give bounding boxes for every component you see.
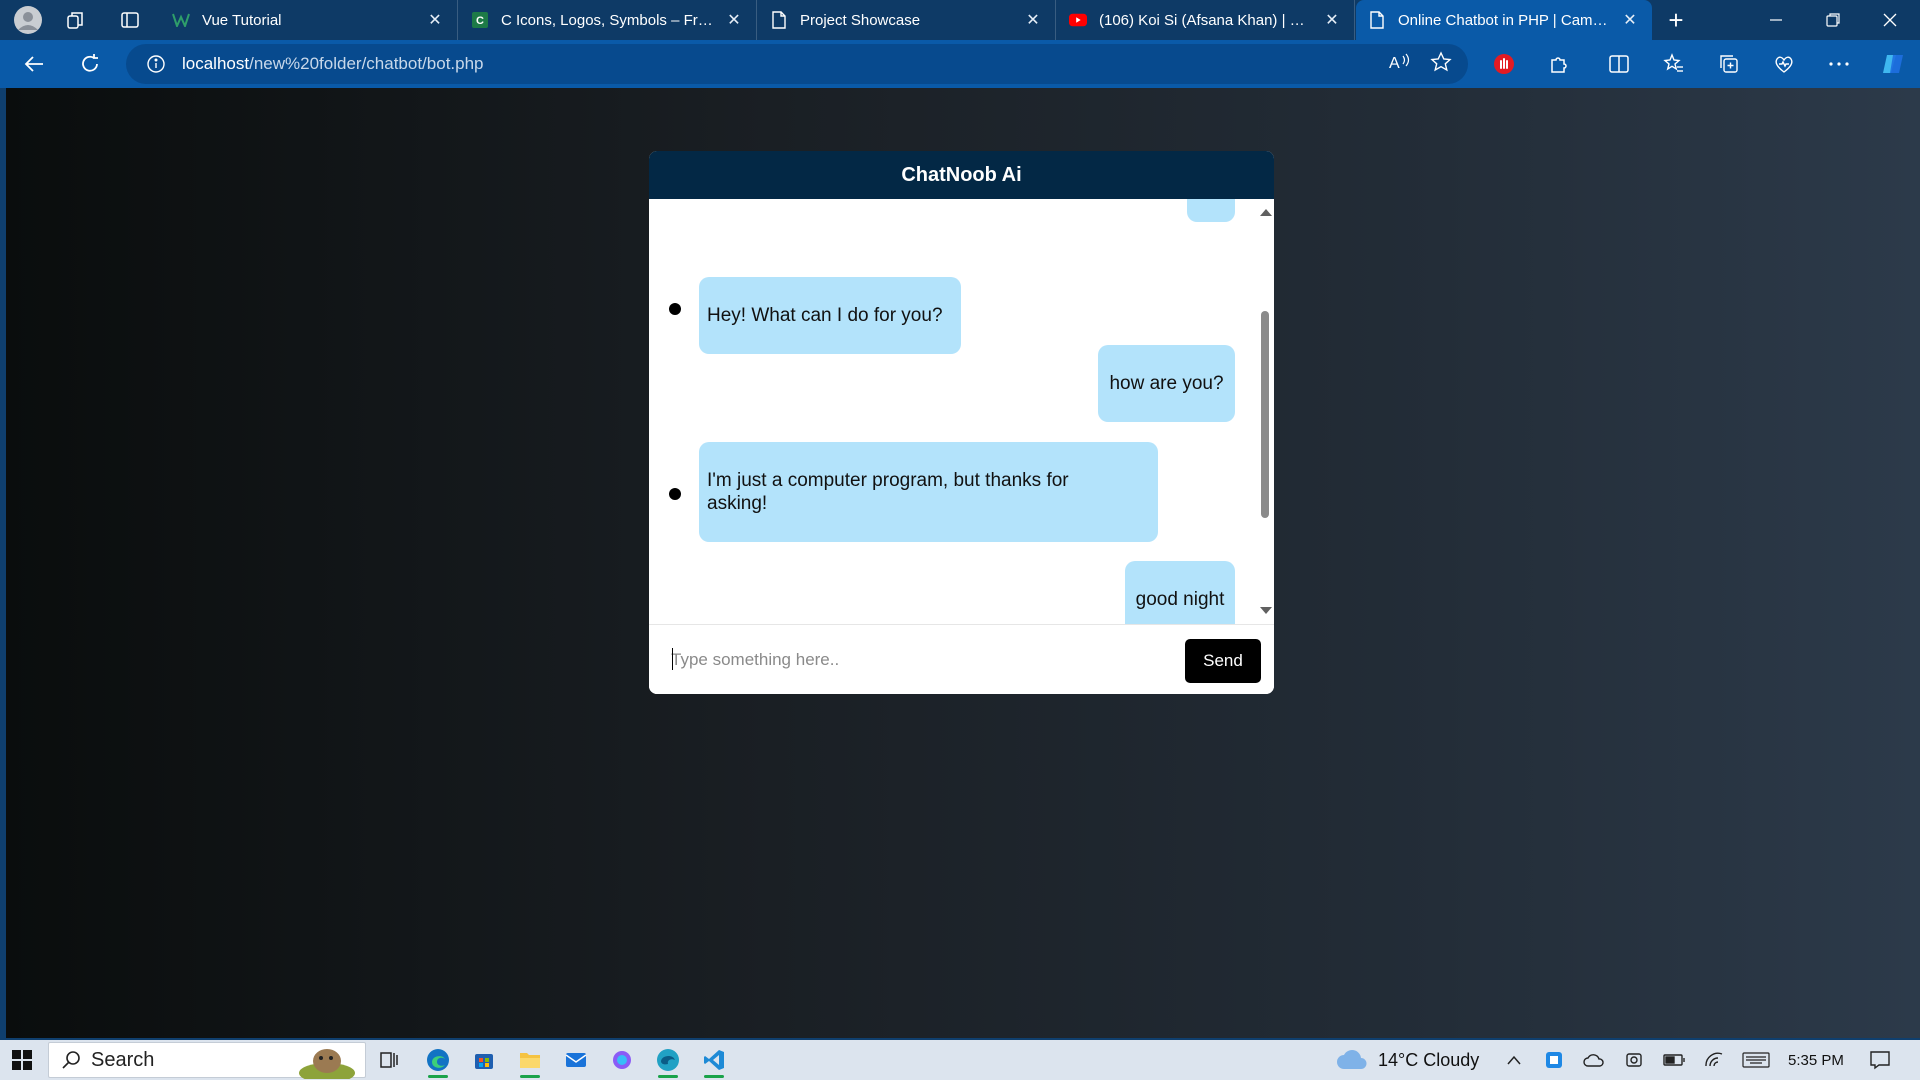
chat-message-bot: Hey! What can I do for you? — [699, 277, 961, 354]
send-button[interactable]: Send — [1185, 639, 1261, 683]
text-caret — [672, 648, 673, 670]
store-taskbar-icon[interactable] — [462, 1040, 506, 1080]
search-label: Search — [91, 1048, 155, 1071]
edge-beta-taskbar-icon[interactable] — [646, 1040, 690, 1080]
close-icon[interactable]: ✕ — [1618, 8, 1642, 32]
tray-app-icon[interactable] — [1534, 1040, 1574, 1080]
clock-time: 5:35 PM — [1788, 1051, 1844, 1069]
page-icon — [1368, 11, 1386, 29]
back-button[interactable] — [10, 40, 58, 88]
clock[interactable]: 5:35 PM — [1788, 1040, 1844, 1080]
close-icon[interactable]: ✕ — [1320, 8, 1344, 32]
split-screen-icon[interactable] — [1599, 40, 1639, 88]
windows-taskbar: Search 14°C Cloudy 5:35 PM — [0, 1040, 1920, 1080]
site-info-icon[interactable] — [136, 54, 176, 74]
tab-strip: Vue Tutorial ✕ C C Icons, Logos, Symbols… — [0, 0, 1920, 40]
chat-title: ChatNoob Ai — [901, 163, 1022, 186]
cloud-icon — [1336, 1049, 1368, 1071]
message-text: I'm just a computer program, but thanks … — [707, 470, 1069, 514]
search-icon — [61, 1050, 81, 1070]
copilot-icon[interactable] — [1874, 40, 1914, 88]
vue-w-icon — [172, 11, 190, 29]
tab-project-showcase[interactable]: Project Showcase ✕ — [758, 0, 1056, 40]
youtube-icon — [1069, 11, 1087, 29]
window-close-icon[interactable] — [1862, 0, 1918, 40]
chat-message-bot: I'm just a computer program, but thanks … — [699, 442, 1158, 542]
message-text: how are you? — [1109, 373, 1224, 394]
mail-taskbar-icon[interactable] — [554, 1040, 598, 1080]
chat-message-user: how are you? — [1098, 345, 1235, 422]
search-highlight-image-icon — [297, 1043, 359, 1079]
edge-taskbar-icon[interactable] — [416, 1040, 460, 1080]
tab-actions-icon[interactable] — [108, 0, 152, 40]
weather-text: 14°C Cloudy — [1378, 1049, 1480, 1070]
bot-bullet-icon — [669, 488, 681, 500]
message-text: good night — [1135, 589, 1225, 610]
url-host: localhost — [182, 54, 250, 73]
extension-red-hand-icon[interactable] — [1484, 40, 1524, 88]
profile-avatar[interactable] — [6, 0, 50, 40]
scroll-thumb[interactable] — [1261, 311, 1269, 518]
chat-messages[interactable]: Hey! What can I do for you? how are you?… — [649, 199, 1274, 624]
tab-title: Vue Tutorial — [202, 11, 282, 29]
bot-bullet-icon — [669, 303, 681, 315]
onedrive-icon[interactable] — [1574, 1040, 1614, 1080]
weather-widget[interactable]: 14°C Cloudy — [1336, 1040, 1479, 1080]
close-icon[interactable]: ✕ — [1021, 8, 1045, 32]
meet-camera-icon[interactable] — [1614, 1040, 1654, 1080]
tab-youtube[interactable]: (106) Koi Si (Afsana Khan) | Slowe ✕ — [1057, 0, 1355, 40]
battery-icon[interactable] — [1654, 1040, 1694, 1080]
more-menu-icon[interactable] — [1819, 40, 1859, 88]
refresh-button[interactable] — [66, 40, 114, 88]
copilot-taskbar-icon[interactable] — [600, 1040, 644, 1080]
browser-essentials-icon[interactable] — [1764, 40, 1804, 88]
green-c-icon: C — [471, 11, 489, 29]
tab-title: C Icons, Logos, Symbols – Free D — [501, 11, 716, 29]
notification-icon[interactable] — [1858, 1040, 1902, 1080]
collections-icon[interactable] — [1709, 40, 1749, 88]
favorite-star-icon[interactable] — [1430, 50, 1452, 78]
task-view-icon[interactable] — [367, 1040, 411, 1080]
tab-title: Online Chatbot in PHP | CampCo — [1398, 11, 1612, 29]
vscode-taskbar-icon[interactable] — [692, 1040, 736, 1080]
show-hidden-icons-chevron-icon[interactable] — [1494, 1040, 1534, 1080]
scroll-up-arrow-icon[interactable] — [1260, 209, 1272, 216]
tab-title: Project Showcase — [800, 11, 921, 29]
message-input[interactable] — [671, 639, 1151, 681]
extensions-icon[interactable] — [1539, 40, 1579, 88]
wifi-icon[interactable] — [1694, 1040, 1734, 1080]
url-path: /new%20folder/chatbot/bot.php — [249, 54, 484, 73]
chatbot-window: ChatNoob Ai Hey! What can I do for you? … — [649, 151, 1274, 694]
taskbar-search[interactable]: Search — [48, 1042, 366, 1079]
message-text: Hey! What can I do for you? — [707, 305, 943, 326]
chat-message-user-partial — [1187, 199, 1235, 222]
keyboard-icon[interactable] — [1736, 1040, 1776, 1080]
page-icon — [770, 11, 788, 29]
read-aloud-icon[interactable]: A — [1388, 52, 1410, 77]
url-text: localhost/new%20folder/chatbot/bot.php — [182, 54, 484, 74]
file-explorer-icon[interactable] — [508, 1040, 552, 1080]
workspaces-icon[interactable] — [54, 0, 98, 40]
chat-message-user: good night — [1125, 561, 1235, 624]
restore-icon[interactable] — [1805, 0, 1861, 40]
chat-scrollbar[interactable] — [1256, 199, 1274, 624]
new-tab-button[interactable]: + — [1656, 0, 1696, 40]
minimize-icon[interactable] — [1748, 0, 1804, 40]
close-icon[interactable]: ✕ — [722, 8, 746, 32]
page-viewport: ChatNoob Ai Hey! What can I do for you? … — [6, 88, 1920, 1038]
scroll-down-arrow-icon[interactable] — [1260, 607, 1272, 614]
svg-text:C: C — [476, 15, 484, 27]
tab-c-icons[interactable]: C C Icons, Logos, Symbols – Free D ✕ — [459, 0, 757, 40]
favorites-icon[interactable] — [1654, 40, 1694, 88]
chat-header: ChatNoob Ai — [649, 151, 1274, 199]
address-bar[interactable]: localhost/new%20folder/chatbot/bot.php A — [126, 44, 1468, 84]
tab-online-chatbot[interactable]: Online Chatbot in PHP | CampCo ✕ — [1356, 0, 1652, 40]
svg-text:A: A — [1389, 55, 1400, 72]
tab-vue-tutorial[interactable]: Vue Tutorial ✕ — [160, 0, 458, 40]
tab-title: (106) Koi Si (Afsana Khan) | Slowe — [1099, 11, 1314, 29]
chat-input-bar: Send — [649, 624, 1274, 694]
windows-start-icon[interactable] — [0, 1040, 44, 1080]
close-icon[interactable]: ✕ — [423, 8, 447, 32]
